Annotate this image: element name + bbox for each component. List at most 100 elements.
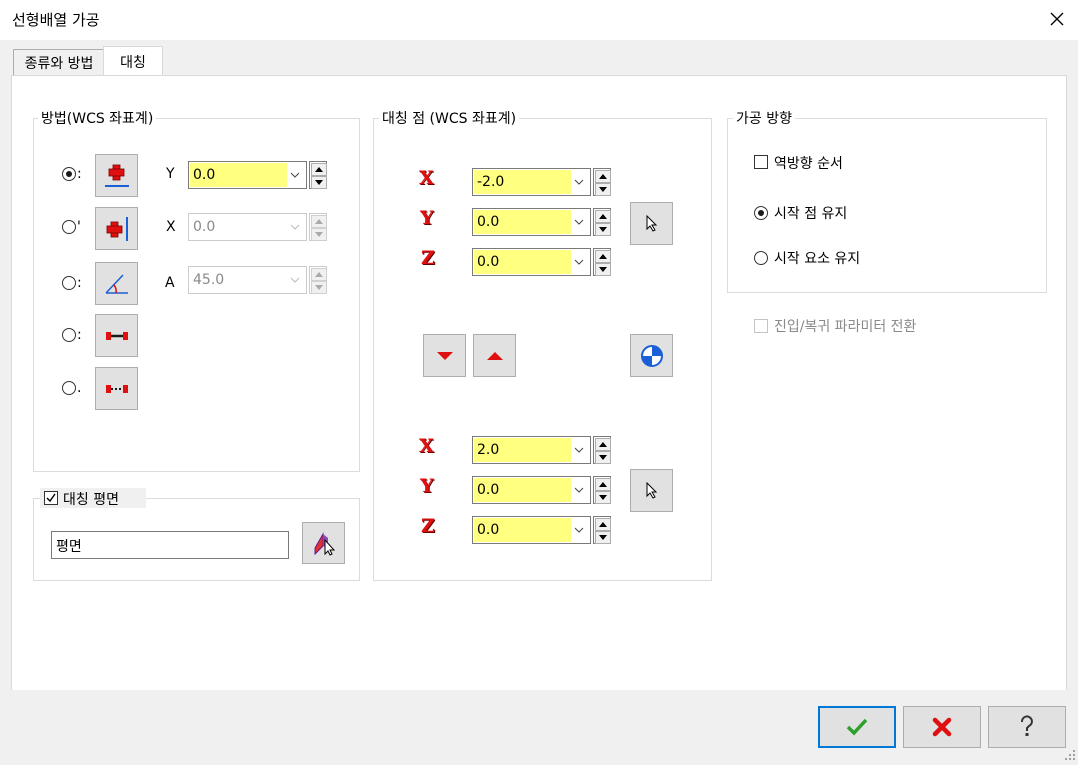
- point1-z-combo[interactable]: 0.0: [472, 248, 591, 276]
- point1-x-axis-label: X: [419, 167, 434, 189]
- method-radio-3[interactable]: [62, 276, 76, 290]
- mirror-horizontal-line-button[interactable]: [95, 154, 138, 197]
- point2-y-spinner[interactable]: [593, 476, 611, 504]
- resize-grip-icon[interactable]: [1064, 749, 1076, 761]
- method-radio-2[interactable]: [62, 220, 76, 234]
- chevron-down-icon[interactable]: [286, 162, 304, 188]
- symmetry-plane-checkbox[interactable]: [44, 491, 58, 505]
- mirror-angle-line-button[interactable]: [95, 262, 138, 305]
- spin-down-icon[interactable]: [595, 263, 611, 276]
- chevron-down-icon: [286, 214, 304, 240]
- pick-plane-icon: [314, 532, 335, 556]
- arrow-up-icon: [486, 351, 503, 360]
- spin-up-icon[interactable]: [595, 518, 611, 531]
- mirror-two-points-button[interactable]: [95, 314, 138, 357]
- method-a-spinner[interactable]: [309, 266, 327, 294]
- spin-up-icon[interactable]: [595, 438, 611, 451]
- point2-y-combo[interactable]: 0.0: [472, 476, 591, 504]
- method-x-spinner[interactable]: [309, 213, 327, 241]
- point1-y-spinner[interactable]: [593, 208, 611, 236]
- method-radio-1-label: :: [77, 166, 82, 182]
- spin-down-icon[interactable]: [595, 451, 611, 464]
- spin-down-icon[interactable]: [595, 223, 611, 236]
- method-x-combo[interactable]: 0.0: [188, 213, 307, 241]
- pick-point2-button[interactable]: [630, 469, 673, 512]
- spin-up-icon[interactable]: [595, 478, 611, 491]
- point1-x-spinner[interactable]: [593, 168, 611, 196]
- dashed-points-icon: [105, 384, 128, 393]
- chevron-down-icon[interactable]: [570, 517, 588, 543]
- move-up-button[interactable]: [473, 334, 516, 377]
- spin-up-icon[interactable]: [595, 170, 611, 183]
- center-point-button[interactable]: [630, 334, 673, 377]
- spin-up-icon: [311, 268, 327, 281]
- chevron-down-icon[interactable]: [570, 209, 588, 235]
- field-x-label: X: [166, 219, 176, 235]
- method-radio-3-label: :: [77, 275, 82, 291]
- keep-start-element-radio[interactable]: [754, 251, 768, 265]
- spin-down-icon: [311, 281, 327, 294]
- point2-y-value: 0.0: [474, 478, 571, 502]
- symmetry-point-title: 대칭 점 (WCS 좌표계): [379, 108, 520, 128]
- spin-up-icon[interactable]: [311, 163, 327, 176]
- keep-start-point-label: 시작 점 유지: [774, 206, 848, 222]
- method-radio-2-label: ': [77, 219, 81, 235]
- method-a-value: 45.0: [190, 268, 287, 292]
- chevron-down-icon[interactable]: [570, 249, 588, 275]
- pick-point1-button[interactable]: [630, 202, 673, 245]
- point1-z-value: 0.0: [474, 250, 571, 274]
- direction-group-title: 가공 방향: [733, 108, 795, 128]
- reverse-order-checkbox[interactable]: [754, 155, 768, 169]
- ok-check-icon: [846, 718, 868, 736]
- arrow-down-icon: [436, 351, 453, 360]
- help-question-icon: [1021, 715, 1033, 736]
- method-a-combo[interactable]: 45.0: [188, 266, 307, 294]
- point1-x-combo[interactable]: -2.0: [472, 168, 591, 196]
- reverse-order-label: 역방향 순서: [774, 156, 843, 172]
- cancel-x-icon: [932, 717, 952, 737]
- spin-down-icon[interactable]: [311, 176, 327, 189]
- chevron-down-icon: [286, 267, 304, 293]
- param-switch-checkbox[interactable]: [754, 319, 768, 333]
- checkmark-icon: [46, 493, 56, 503]
- close-button[interactable]: [1044, 6, 1070, 32]
- plane-entity-field[interactable]: 평면: [51, 531, 289, 559]
- plane-entity-value: 평면: [56, 539, 82, 555]
- point1-y-value: 0.0: [474, 210, 571, 234]
- mirror-vertical-icon: [106, 216, 128, 241]
- move-down-button[interactable]: [423, 334, 466, 377]
- tab-symmetry[interactable]: 대칭: [103, 46, 163, 77]
- mirror-dashed-points-button[interactable]: [95, 367, 138, 410]
- mirror-vertical-line-button[interactable]: [95, 207, 138, 250]
- spin-down-icon[interactable]: [595, 491, 611, 504]
- point1-x-value: -2.0: [474, 170, 571, 194]
- help-button[interactable]: [988, 706, 1066, 748]
- spin-up-icon[interactable]: [595, 250, 611, 263]
- spin-down-icon[interactable]: [595, 531, 611, 544]
- point2-x-spinner[interactable]: [593, 436, 611, 464]
- method-radio-1[interactable]: [62, 167, 76, 181]
- point2-y-axis-label: Y: [420, 475, 434, 497]
- spin-up-icon: [311, 215, 327, 228]
- point2-z-spinner[interactable]: [593, 516, 611, 544]
- point1-z-spinner[interactable]: [593, 248, 611, 276]
- tab-type-and-method[interactable]: 종류와 방법: [13, 49, 105, 76]
- method-y-combo[interactable]: 0.0: [188, 161, 307, 189]
- field-a-label: A: [165, 275, 175, 291]
- spin-up-icon[interactable]: [595, 210, 611, 223]
- method-radio-4[interactable]: [62, 328, 76, 342]
- point2-z-combo[interactable]: 0.0: [472, 516, 591, 544]
- method-radio-4-label: :: [77, 327, 82, 343]
- point1-y-combo[interactable]: 0.0: [472, 208, 591, 236]
- spin-down-icon[interactable]: [595, 183, 611, 196]
- ok-button[interactable]: [818, 706, 896, 748]
- chevron-down-icon[interactable]: [570, 437, 588, 463]
- keep-start-point-radio[interactable]: [754, 206, 768, 220]
- point2-x-combo[interactable]: 2.0: [472, 436, 591, 464]
- pick-plane-button[interactable]: [302, 522, 345, 564]
- method-y-spinner[interactable]: [309, 161, 327, 189]
- cancel-button[interactable]: [903, 706, 981, 748]
- method-radio-5[interactable]: [62, 381, 76, 395]
- chevron-down-icon[interactable]: [570, 169, 588, 195]
- chevron-down-icon[interactable]: [570, 477, 588, 503]
